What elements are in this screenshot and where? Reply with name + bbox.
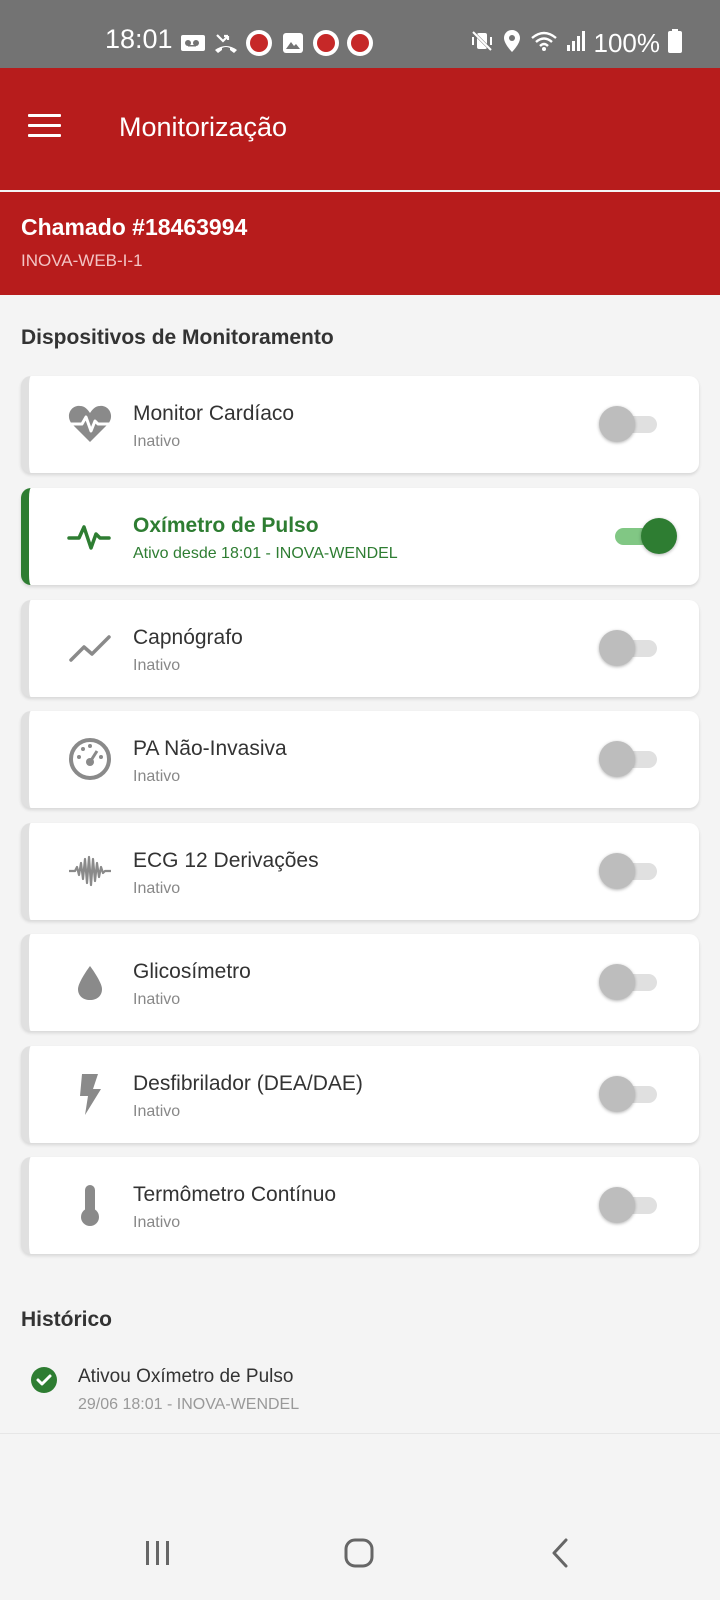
- device-name: Termômetro Contínuo: [133, 1183, 337, 1206]
- device-card-termometro[interactable]: Termômetro Contínuo Inativo: [21, 1157, 699, 1254]
- gallery-icon: [280, 31, 305, 56]
- device-card-desfibrilador[interactable]: Desfibrilador (DEA/DAE) Inativo: [21, 1046, 699, 1143]
- heart-pulse-icon: [67, 402, 113, 446]
- device-name: Oxímetro de Pulso: [133, 514, 319, 537]
- call-title: Chamado #18463994: [21, 214, 248, 240]
- pulse-wave-icon: [67, 514, 113, 558]
- recents-icon[interactable]: [133, 1528, 183, 1578]
- device-card-glicosimetro[interactable]: Glicosímetro Inativo: [21, 934, 699, 1031]
- device-name: PA Não-Invasiva: [133, 737, 287, 760]
- device-card-ecg[interactable]: ECG 12 Derivações Inativo: [21, 823, 699, 920]
- drop-icon: [67, 960, 113, 1004]
- history-section-title: Histórico: [21, 1308, 113, 1331]
- device-status: Inativo: [133, 1103, 181, 1120]
- devices-section-title: Dispositivos de Monitoramento: [21, 326, 334, 349]
- device-status: Inativo: [133, 657, 181, 674]
- device-toggle[interactable]: [599, 853, 661, 889]
- thermometer-icon: [67, 1183, 113, 1227]
- back-icon[interactable]: [536, 1528, 586, 1578]
- gauge-icon: [67, 737, 113, 781]
- device-status: Inativo: [133, 433, 181, 450]
- wifi-icon: [530, 30, 558, 57]
- home-icon[interactable]: [334, 1528, 384, 1578]
- device-toggle[interactable]: [599, 1076, 661, 1112]
- device-toggle[interactable]: [599, 964, 661, 1000]
- app-notification-icon: [347, 30, 373, 56]
- device-card-oximetro[interactable]: Oxímetro de Pulso Ativo desde 18:01 - IN…: [21, 488, 699, 585]
- call-subtitle: INOVA-WEB-I-1: [21, 251, 143, 270]
- device-toggle[interactable]: [599, 406, 661, 442]
- hamburger-menu-icon[interactable]: [28, 114, 62, 138]
- device-toggle[interactable]: [599, 630, 661, 666]
- waveform-icon: [67, 849, 113, 893]
- device-status: Inativo: [133, 880, 181, 897]
- device-card-monitor-cardiaco[interactable]: Monitor Cardíaco Inativo: [21, 376, 699, 473]
- voicemail-icon: [180, 31, 205, 56]
- device-name: Desfibrilador (DEA/DAE): [133, 1072, 363, 1095]
- lightning-icon: [67, 1072, 113, 1116]
- system-nav-bar: [0, 1500, 720, 1600]
- device-toggle[interactable]: [599, 741, 661, 777]
- battery-percent: 100%: [593, 28, 661, 58]
- device-card-capnografo[interactable]: Capnógrafo Inativo: [21, 600, 699, 697]
- trend-line-icon: [67, 626, 113, 670]
- call-header: Chamado #18463994 INOVA-WEB-I-1: [0, 192, 720, 295]
- page-title: Monitorização: [119, 112, 288, 142]
- device-status: Inativo: [133, 991, 181, 1008]
- device-name: Glicosímetro: [133, 960, 251, 983]
- notification-icons: [180, 30, 373, 56]
- system-icons: 100%: [470, 28, 682, 59]
- device-toggle[interactable]: [609, 518, 677, 554]
- device-name: ECG 12 Derivações: [133, 849, 319, 872]
- location-icon: [502, 29, 522, 58]
- check-circle-icon: [31, 1367, 57, 1393]
- status-bar: 18:01 100%: [0, 0, 720, 68]
- vibrate-icon: [470, 29, 494, 58]
- signal-icon: [566, 30, 586, 57]
- battery-icon: [668, 29, 682, 58]
- device-status: Inativo: [133, 1214, 181, 1231]
- missed-call-icon: [213, 31, 238, 56]
- device-name: Capnógrafo: [133, 626, 243, 649]
- history-item: Ativou Oxímetro de Pulso 29/06 18:01 - I…: [0, 1346, 720, 1434]
- history-subtitle: 29/06 18:01 - INOVA-WENDEL: [78, 1396, 300, 1413]
- status-time: 18:01: [105, 24, 173, 54]
- app-bar: Monitorização: [0, 68, 720, 190]
- app-notification-icon: [246, 30, 272, 56]
- device-name: Monitor Cardíaco: [133, 402, 295, 425]
- app-screen: 18:01 100% Monitorização Chamado #184639…: [0, 0, 720, 1600]
- device-card-pa-nao-invasiva[interactable]: PA Não-Invasiva Inativo: [21, 711, 699, 808]
- device-status: Inativo: [133, 768, 181, 785]
- device-toggle[interactable]: [599, 1187, 661, 1223]
- device-status: Ativo desde 18:01 - INOVA-WENDEL: [133, 545, 398, 562]
- history-title: Ativou Oxímetro de Pulso: [78, 1366, 294, 1387]
- app-notification-icon: [313, 30, 339, 56]
